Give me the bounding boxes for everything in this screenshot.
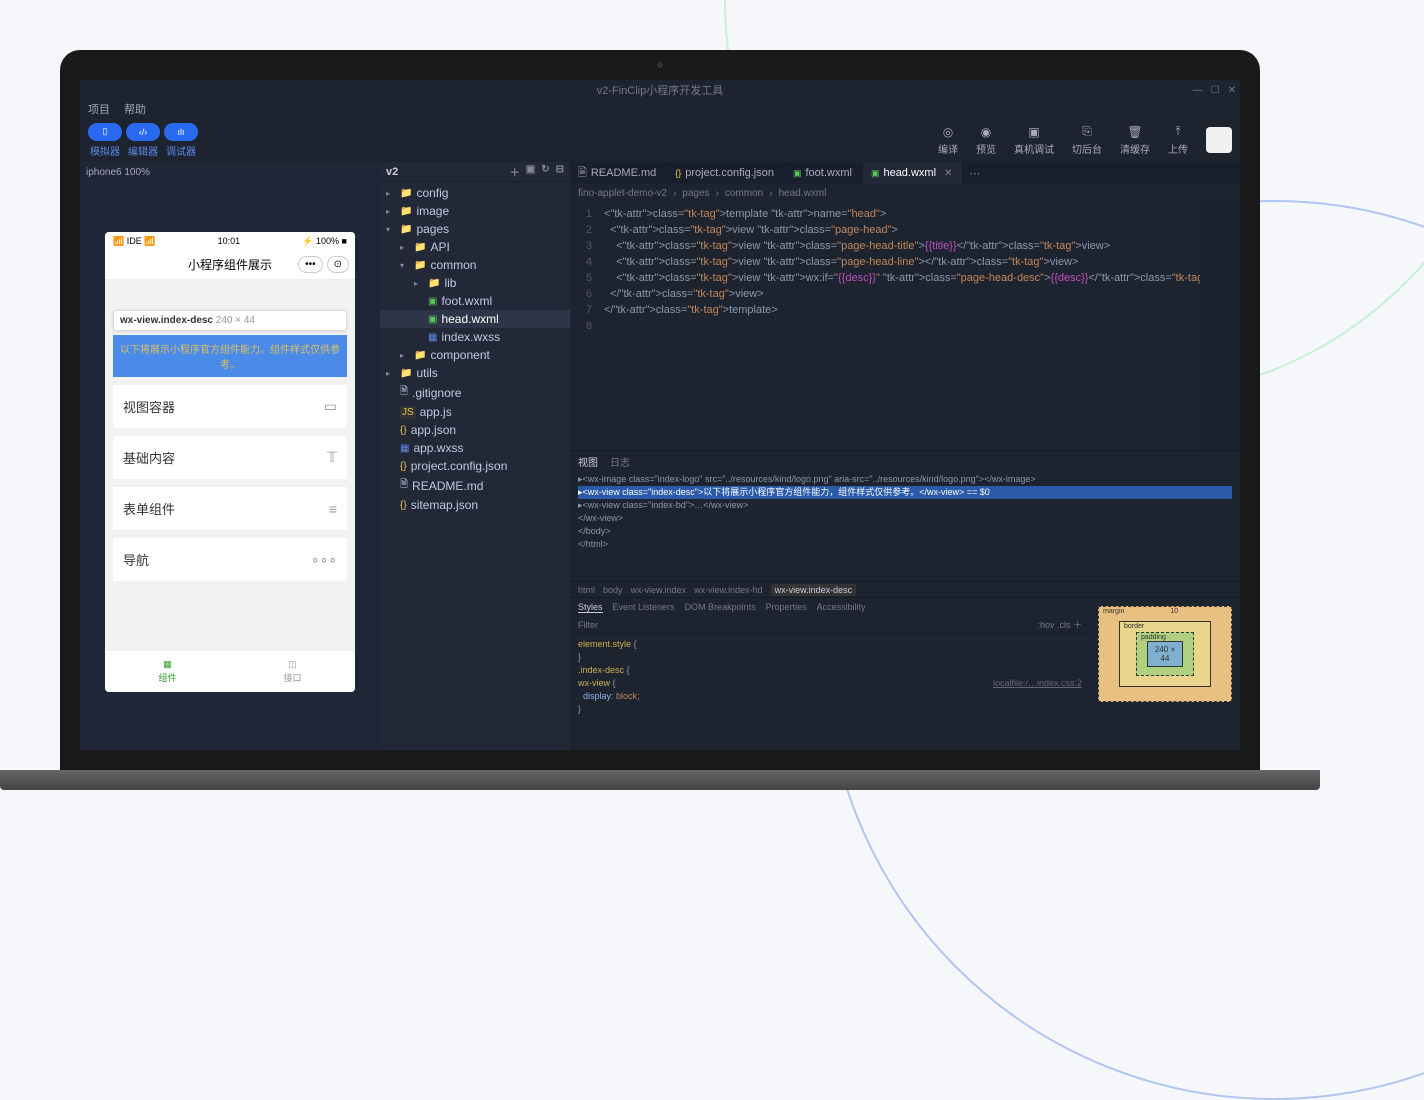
preview-button[interactable]: ◉预览 xyxy=(976,125,996,156)
tree-file[interactable]: {}app.json xyxy=(380,421,570,439)
compile-button[interactable]: ◎编译 xyxy=(938,125,958,156)
devtab-view[interactable]: 视图 xyxy=(578,454,598,469)
tree-file[interactable]: ▦index.wxss xyxy=(380,328,570,346)
styles-tab[interactable]: Accessibility xyxy=(817,602,866,612)
maximize-icon[interactable]: ☐ xyxy=(1211,85,1220,96)
refresh-icon[interactable]: ↻ xyxy=(541,164,549,179)
phone-list-item[interactable]: 表单组件≡ xyxy=(113,487,347,530)
tab-api[interactable]: ◫ 接口 xyxy=(230,651,355,692)
debug-icon: ılı xyxy=(177,127,184,137)
eye-icon: ◉ xyxy=(981,125,991,139)
styles-filter-input[interactable]: Filter xyxy=(578,620,598,630)
editor-tab[interactable]: ▣foot.wxml xyxy=(785,162,863,184)
phone-list-item[interactable]: 导航∘∘∘ xyxy=(113,538,347,581)
highlighted-element[interactable]: 以下将展示小程序官方组件能力。组件样式仅供参考。 xyxy=(113,335,347,377)
tree-folder[interactable]: ▸📁component xyxy=(380,346,570,364)
tree-folder[interactable]: ▸📁config xyxy=(380,184,570,202)
tree-file[interactable]: 🗎README.md xyxy=(380,475,570,496)
file-explorer: v2 ＋ ▣ ↻ ⊟ ▸📁config▸📁image▾📁pages▸📁API▾📁… xyxy=(380,162,570,750)
styles-tab[interactable]: Event Listeners xyxy=(613,602,675,612)
menubar: 项目 帮助 xyxy=(80,100,1240,118)
toggle-editor[interactable]: ‹/› 编辑器 xyxy=(126,123,160,158)
new-folder-icon[interactable]: ▣ xyxy=(526,164,535,179)
upload-button[interactable]: ⤒上传 xyxy=(1168,124,1188,156)
styles-tab[interactable]: Styles xyxy=(578,602,603,613)
tree-folder[interactable]: ▸📁lib xyxy=(380,274,570,292)
tree-folder[interactable]: ▸📁API xyxy=(380,238,570,256)
tab-close-icon[interactable]: ✕ xyxy=(944,168,952,179)
box-model: margin 10 border padding 240 × 44 xyxy=(1090,598,1240,750)
toggle-debugger[interactable]: ılı 调试器 xyxy=(164,123,198,158)
menu-project[interactable]: 项目 xyxy=(88,101,110,117)
tree-file[interactable]: 🗎.gitignore xyxy=(380,382,570,403)
upload-icon: ⤒ xyxy=(1175,124,1180,139)
tree-file[interactable]: JSapp.js xyxy=(380,403,570,421)
tree-file[interactable]: ▦app.wxss xyxy=(380,439,570,457)
tree-file[interactable]: {}sitemap.json xyxy=(380,496,570,514)
code-editor[interactable]: 12345678 <"tk-attr">class="tk-tag">templ… xyxy=(570,202,1240,450)
new-file-icon[interactable]: ＋ xyxy=(510,164,520,179)
dom-tree[interactable]: ▸<wx-image class="index-logo" src="../re… xyxy=(570,471,1240,581)
minimize-icon[interactable]: — xyxy=(1193,85,1203,96)
devtools: 视图 日志 ▸<wx-image class="index-logo" src=… xyxy=(570,450,1240,750)
menu-help[interactable]: 帮助 xyxy=(124,101,146,117)
capsule-menu[interactable]: ••• xyxy=(298,256,323,273)
tree-folder[interactable]: ▸📁utils xyxy=(380,364,570,382)
phone-statusbar: 📶 IDE 📶 10:01 ⚡ 100% ■ xyxy=(105,232,355,250)
editor-tab[interactable]: ▣head.wxml✕ xyxy=(863,162,963,184)
clear-cache-button[interactable]: 🗑清缓存 xyxy=(1120,125,1150,156)
titlebar: v2-FinClip小程序开发工具 — ☐ ✕ xyxy=(80,80,1240,100)
editor-tab[interactable]: 🗎README.md xyxy=(570,162,667,184)
inspector-tooltip: wx-view.index-desc 240 × 44 xyxy=(113,310,347,331)
phone-page-title: 小程序组件展示 xyxy=(188,256,272,273)
toolbar: ▯ 模拟器 ‹/› 编辑器 ılı 调试器 ◎编译 ◉预览 ▣真机调试 xyxy=(80,118,1240,162)
simulator-panel: iphone6 100% 📶 IDE 📶 10:01 ⚡ 100% ■ 小程序组… xyxy=(80,162,380,750)
switch-icon: ⎘ xyxy=(1082,124,1092,139)
background-button[interactable]: ⎘切后台 xyxy=(1072,124,1102,156)
phone-icon: ▯ xyxy=(103,126,108,137)
toggle-simulator[interactable]: ▯ 模拟器 xyxy=(88,123,122,158)
laptop-frame: v2-FinClip小程序开发工具 — ☐ ✕ 项目 帮助 ▯ 模拟器 xyxy=(60,50,1260,790)
phone-tabbar: ▦ 组件 ◫ 接口 xyxy=(105,650,355,692)
breadcrumb: fino-applet-demo-v2 › pages › common › h… xyxy=(570,184,1240,202)
editor-area: 🗎README.md{}project.config.json▣foot.wxm… xyxy=(570,162,1240,750)
device-icon: ▣ xyxy=(1028,125,1039,139)
phone-navbar: 小程序组件展示 ••• ⊙ xyxy=(105,250,355,280)
minimap[interactable] xyxy=(1200,202,1240,450)
trash-icon: 🗑 xyxy=(1127,125,1142,139)
styles-tab[interactable]: DOM Breakpoints xyxy=(685,602,756,612)
styles-tab[interactable]: Properties xyxy=(766,602,807,612)
phone-list-item[interactable]: 基础内容𝕋 xyxy=(113,436,347,479)
user-avatar[interactable] xyxy=(1206,127,1232,153)
code-icon: ‹/› xyxy=(139,127,148,137)
tabs-more-icon[interactable]: ⋯ xyxy=(963,162,986,184)
grid-icon: ▦ xyxy=(163,659,172,670)
close-icon[interactable]: ✕ xyxy=(1228,85,1236,96)
styles-filter-toggles[interactable]: :hov .cls ＋ xyxy=(1037,618,1082,631)
tree-folder[interactable]: ▾📁pages xyxy=(380,220,570,238)
tab-component[interactable]: ▦ 组件 xyxy=(105,651,230,692)
styles-rules[interactable]: element.style {}.index-desc {</span></di… xyxy=(570,634,1090,750)
editor-tab[interactable]: {}project.config.json xyxy=(667,162,785,184)
editor-tabs: 🗎README.md{}project.config.json▣foot.wxm… xyxy=(570,162,1240,184)
window-title: v2-FinClip小程序开发工具 xyxy=(597,82,724,98)
dom-breadcrumb[interactable]: htmlbodywx-view.indexwx-view.index-hdwx-… xyxy=(570,581,1240,597)
tree-folder[interactable]: ▸📁image xyxy=(380,202,570,220)
tree-file[interactable]: {}project.config.json xyxy=(380,457,570,475)
phone-preview: 📶 IDE 📶 10:01 ⚡ 100% ■ 小程序组件展示 ••• ⊙ xyxy=(105,232,355,692)
capsule-close[interactable]: ⊙ xyxy=(327,256,349,273)
tree-file[interactable]: ▣head.wxml xyxy=(380,310,570,328)
window-controls[interactable]: — ☐ ✕ xyxy=(1193,85,1236,96)
ide-window: v2-FinClip小程序开发工具 — ☐ ✕ 项目 帮助 ▯ 模拟器 xyxy=(80,80,1240,750)
phone-list-item[interactable]: 视图容器▭ xyxy=(113,385,347,428)
collapse-icon[interactable]: ⊟ xyxy=(556,164,564,179)
simulator-device-label[interactable]: iphone6 100% xyxy=(80,162,380,182)
tree-file[interactable]: ▣foot.wxml xyxy=(380,292,570,310)
project-root-name[interactable]: v2 xyxy=(386,166,398,178)
tree-folder[interactable]: ▾📁common xyxy=(380,256,570,274)
compile-icon: ◎ xyxy=(943,125,953,139)
cube-icon: ◫ xyxy=(288,659,297,670)
devtab-log[interactable]: 日志 xyxy=(610,454,630,469)
remote-debug-button[interactable]: ▣真机调试 xyxy=(1014,125,1054,156)
